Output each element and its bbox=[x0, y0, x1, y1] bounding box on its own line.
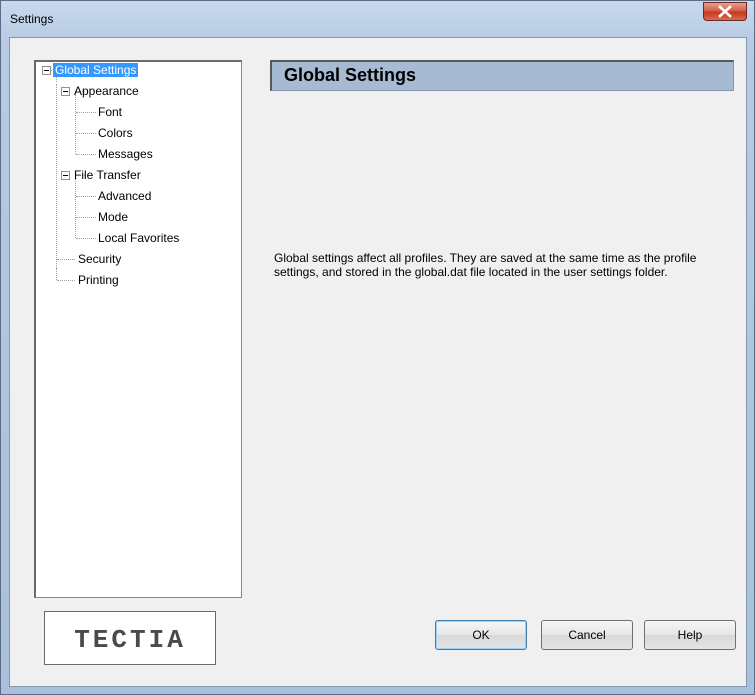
tree-connector bbox=[57, 259, 75, 260]
panel-description: Global settings affect all profiles. The… bbox=[274, 251, 697, 279]
panel-title: Global Settings bbox=[284, 65, 417, 85]
help-button[interactable]: Help bbox=[644, 620, 736, 650]
settings-tree[interactable]: Global Settings Appearance Font Colors M… bbox=[34, 60, 242, 598]
cancel-button[interactable]: Cancel bbox=[541, 620, 633, 650]
tree-item-label: Security bbox=[78, 252, 122, 266]
tree-connector bbox=[76, 238, 96, 239]
expander-global-settings-icon[interactable] bbox=[42, 66, 51, 75]
tree-connector bbox=[76, 196, 96, 197]
tree-item-label: Advanced bbox=[98, 189, 152, 203]
tree-item-appearance[interactable]: Appearance bbox=[72, 83, 141, 100]
tree-connector bbox=[76, 112, 96, 113]
tree-item-file-transfer[interactable]: File Transfer bbox=[72, 167, 143, 184]
tree-connector bbox=[57, 280, 75, 281]
tree-item-font[interactable]: Font bbox=[96, 104, 124, 121]
expander-appearance-icon[interactable] bbox=[61, 87, 70, 96]
tree-connector bbox=[56, 268, 57, 280]
tree-item-printing[interactable]: Printing bbox=[76, 272, 121, 289]
close-icon bbox=[718, 5, 732, 18]
tree-connector bbox=[75, 175, 76, 238]
tree-connector bbox=[76, 217, 96, 218]
tree-item-messages[interactable]: Messages bbox=[96, 146, 155, 163]
tree-item-label: Printing bbox=[78, 273, 119, 287]
tree-item-label: File Transfer bbox=[74, 168, 141, 182]
tree-item-label: Appearance bbox=[74, 84, 139, 98]
settings-window: Settings Global Settings Appearance Font… bbox=[0, 0, 755, 695]
expander-file-transfer-icon[interactable] bbox=[61, 171, 70, 180]
title-bar[interactable]: Settings bbox=[1, 1, 754, 37]
tree-item-label: Colors bbox=[98, 126, 133, 140]
tree-item-mode[interactable]: Mode bbox=[96, 209, 130, 226]
tree-item-colors[interactable]: Colors bbox=[96, 125, 135, 142]
tree-connector bbox=[76, 154, 96, 155]
tree-connector bbox=[56, 84, 57, 268]
window-title: Settings bbox=[10, 12, 54, 26]
tree-item-label: Messages bbox=[98, 147, 153, 161]
logo-graphic: TECTIA bbox=[74, 625, 186, 655]
dialog-client-area: Global Settings Appearance Font Colors M… bbox=[9, 37, 747, 687]
tree-item-local-favorites[interactable]: Local Favorites bbox=[96, 230, 181, 247]
tectia-logo: TECTIA bbox=[44, 611, 216, 665]
tree-item-label: Mode bbox=[98, 210, 129, 224]
tree-item-advanced[interactable]: Advanced bbox=[96, 188, 153, 205]
tree-item-security[interactable]: Security bbox=[76, 251, 123, 268]
tree-connector bbox=[75, 91, 76, 154]
tree-connector bbox=[76, 133, 96, 134]
logo-text: TECTIA bbox=[74, 625, 186, 655]
tree-item-label: Global Settings bbox=[53, 63, 139, 77]
tree-item-global-settings[interactable]: Global Settings bbox=[53, 62, 139, 79]
tree-item-label: Font bbox=[98, 105, 123, 119]
tree-item-label: Local Favorites bbox=[98, 231, 180, 245]
panel-header: Global Settings bbox=[270, 60, 734, 91]
ok-button[interactable]: OK bbox=[435, 620, 527, 650]
close-button[interactable] bbox=[703, 2, 747, 21]
